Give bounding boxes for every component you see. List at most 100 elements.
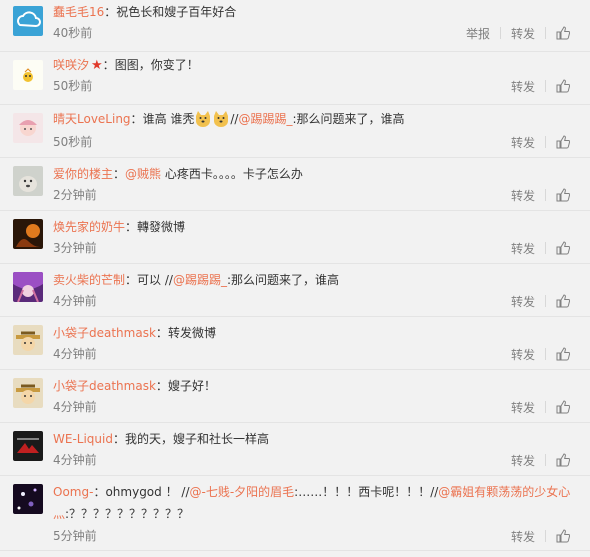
comment-item: 焕先家的奶牛：轉發微博 3分钟前 转发 bbox=[0, 211, 590, 264]
thumbs-up-icon bbox=[556, 79, 570, 93]
comment-time: 2分钟前 bbox=[53, 188, 97, 202]
report-button[interactable]: 举报 bbox=[456, 25, 500, 42]
comment-actions: 转发 bbox=[501, 77, 580, 95]
comment-time: 50秒前 bbox=[53, 135, 93, 149]
thumbs-up-icon bbox=[556, 400, 570, 414]
thumbs-up-icon bbox=[556, 294, 570, 308]
thumbs-up-icon bbox=[556, 347, 570, 361]
comment-text: 轉發微博 bbox=[137, 220, 186, 234]
repost-button[interactable]: 转发 bbox=[501, 293, 545, 310]
comment-time: 50秒前 bbox=[53, 79, 93, 93]
mention-link[interactable]: @踢踢踢_ bbox=[173, 273, 227, 287]
avatar[interactable] bbox=[13, 60, 43, 90]
comment-text: 祝色长和嫂子百年好合 bbox=[116, 5, 237, 19]
repost-button[interactable]: 转发 bbox=[501, 240, 545, 257]
comment-actions: 转发 bbox=[501, 345, 580, 363]
mention-link[interactable]: @-七贱-夕阳的眉毛 bbox=[189, 485, 294, 499]
like-button[interactable] bbox=[546, 24, 580, 42]
avatar[interactable] bbox=[13, 325, 43, 355]
thumbs-up-icon bbox=[556, 135, 570, 149]
comment-actions: 转发 bbox=[501, 186, 580, 204]
comment-item: 蠢毛毛16：祝色长和嫂子百年好合 40秒前 举报 转发 bbox=[0, 0, 590, 52]
mention-link[interactable]: @霸姐有颗荡荡的少女心 bbox=[438, 485, 570, 499]
comment-time: 40秒前 bbox=[53, 26, 93, 40]
comment-item: 爱你的楼主：@贼熊 心疼西卡。。。。卡子怎么办 2分钟前 转发 bbox=[0, 158, 590, 211]
like-button[interactable] bbox=[546, 292, 580, 310]
like-button[interactable] bbox=[546, 398, 580, 416]
comment-actions: 举报 转发 bbox=[456, 24, 580, 42]
comment-actions: 转发 bbox=[501, 239, 580, 257]
thumbs-up-icon bbox=[556, 529, 570, 543]
comment-time: 4分钟前 bbox=[53, 453, 97, 467]
thumbs-up-icon bbox=[556, 188, 570, 202]
comment-text: ohmygod ！ // bbox=[105, 485, 190, 499]
comment-item: 卖火柴的芒制：可以 //@踢踢踢_:那么问题来了，谁高 4分钟前 转发 bbox=[0, 264, 590, 317]
user-name[interactable]: 焕先家的奶牛 bbox=[53, 220, 125, 234]
comment-item: 咲咲汐 ★：图图，你变了！ 50秒前 转发 bbox=[0, 52, 590, 105]
comment-time: 4分钟前 bbox=[53, 400, 97, 414]
like-button[interactable] bbox=[546, 77, 580, 95]
user-name[interactable]: 咲咲汐 bbox=[53, 58, 89, 72]
thumbs-up-icon bbox=[556, 453, 570, 467]
user-name[interactable]: 卖火柴的芒制 bbox=[53, 273, 125, 287]
user-name[interactable]: 蠢毛毛16 bbox=[53, 5, 104, 19]
comment-actions: 转发 bbox=[501, 451, 580, 469]
repost-button[interactable]: 转发 bbox=[501, 134, 545, 151]
doge-emoticon-icon bbox=[196, 111, 211, 127]
like-button[interactable] bbox=[546, 133, 580, 151]
comment-actions: 转发 bbox=[501, 527, 580, 545]
repost-button[interactable]: 转发 bbox=[501, 452, 545, 469]
comment-text: 图图，你变了！ bbox=[114, 58, 199, 72]
repost-button[interactable]: 转发 bbox=[501, 187, 545, 204]
comment-item: 小袋子deathmask：嫂子好！ 4分钟前 转发 bbox=[0, 370, 590, 423]
repost-button[interactable]: 转发 bbox=[501, 78, 545, 95]
comment-actions: 转发 bbox=[501, 398, 580, 416]
like-button[interactable] bbox=[546, 345, 580, 363]
like-button[interactable] bbox=[546, 186, 580, 204]
user-name[interactable]: 小袋子deathmask bbox=[53, 326, 156, 340]
comment-text: 可以 // bbox=[137, 273, 173, 287]
comment-text: 转发微博 bbox=[167, 326, 216, 340]
mention-link[interactable]: @踢踢踢_ bbox=[238, 112, 292, 126]
mention-link[interactable]: @贼熊 bbox=[125, 167, 161, 181]
user-name[interactable]: 爱你的楼主 bbox=[53, 167, 113, 181]
comment-time: 4分钟前 bbox=[53, 294, 97, 308]
avatar[interactable] bbox=[13, 6, 43, 36]
comment-time: 4分钟前 bbox=[53, 347, 97, 361]
mention-link[interactable]: 灬 bbox=[53, 507, 65, 521]
avatar[interactable] bbox=[13, 378, 43, 408]
thumbs-up-icon bbox=[556, 26, 570, 40]
avatar[interactable] bbox=[13, 113, 43, 143]
comment-item: WE-Liquid：我的天，嫂子和社长一样高 4分钟前 转发 bbox=[0, 423, 590, 476]
avatar[interactable] bbox=[13, 431, 43, 461]
comment-actions: 转发 bbox=[501, 133, 580, 151]
like-button[interactable] bbox=[546, 239, 580, 257]
comment-actions: 转发 bbox=[501, 292, 580, 310]
comment-time: 5分钟前 bbox=[53, 529, 97, 543]
user-name[interactable]: Oomg- bbox=[53, 485, 93, 499]
user-name[interactable]: 晴天LoveLing bbox=[53, 112, 131, 126]
like-button[interactable] bbox=[546, 527, 580, 545]
like-button[interactable] bbox=[546, 451, 580, 469]
avatar[interactable] bbox=[13, 219, 43, 249]
comment-item: 小袋子deathmask：转发微博 4分钟前 转发 bbox=[0, 317, 590, 370]
comment-text: 心疼西卡。。。。卡子怎么办 bbox=[161, 167, 303, 181]
repost-button[interactable]: 转发 bbox=[501, 528, 545, 545]
comment-item: 晴天LoveLing：谁高 谁秃//@踢踢踢_:那么问题来了，谁高 50秒前 转… bbox=[0, 105, 590, 158]
comment-text: 谁高 谁秃 bbox=[142, 112, 195, 126]
avatar[interactable] bbox=[13, 272, 43, 302]
user-name[interactable]: WE-Liquid bbox=[53, 432, 113, 446]
avatar[interactable] bbox=[13, 166, 43, 196]
comment-time: 3分钟前 bbox=[53, 241, 97, 255]
repost-button[interactable]: 转发 bbox=[501, 399, 545, 416]
doge-emoticon-icon bbox=[214, 111, 229, 127]
repost-button[interactable]: 转发 bbox=[501, 25, 545, 42]
comment-text: 我的天，嫂子和社长一样高 bbox=[125, 432, 270, 446]
user-name[interactable]: 小袋子deathmask bbox=[53, 379, 156, 393]
thumbs-up-icon bbox=[556, 241, 570, 255]
star-badge-icon: ★ bbox=[91, 58, 103, 73]
repost-button[interactable]: 转发 bbox=[501, 346, 545, 363]
avatar[interactable] bbox=[13, 484, 43, 514]
comment-text: 嫂子好！ bbox=[167, 379, 216, 393]
comment-item: Oomg-：ohmygod ！ //@-七贱-夕阳的眉毛:……！！！西卡呢！！！… bbox=[0, 476, 590, 551]
